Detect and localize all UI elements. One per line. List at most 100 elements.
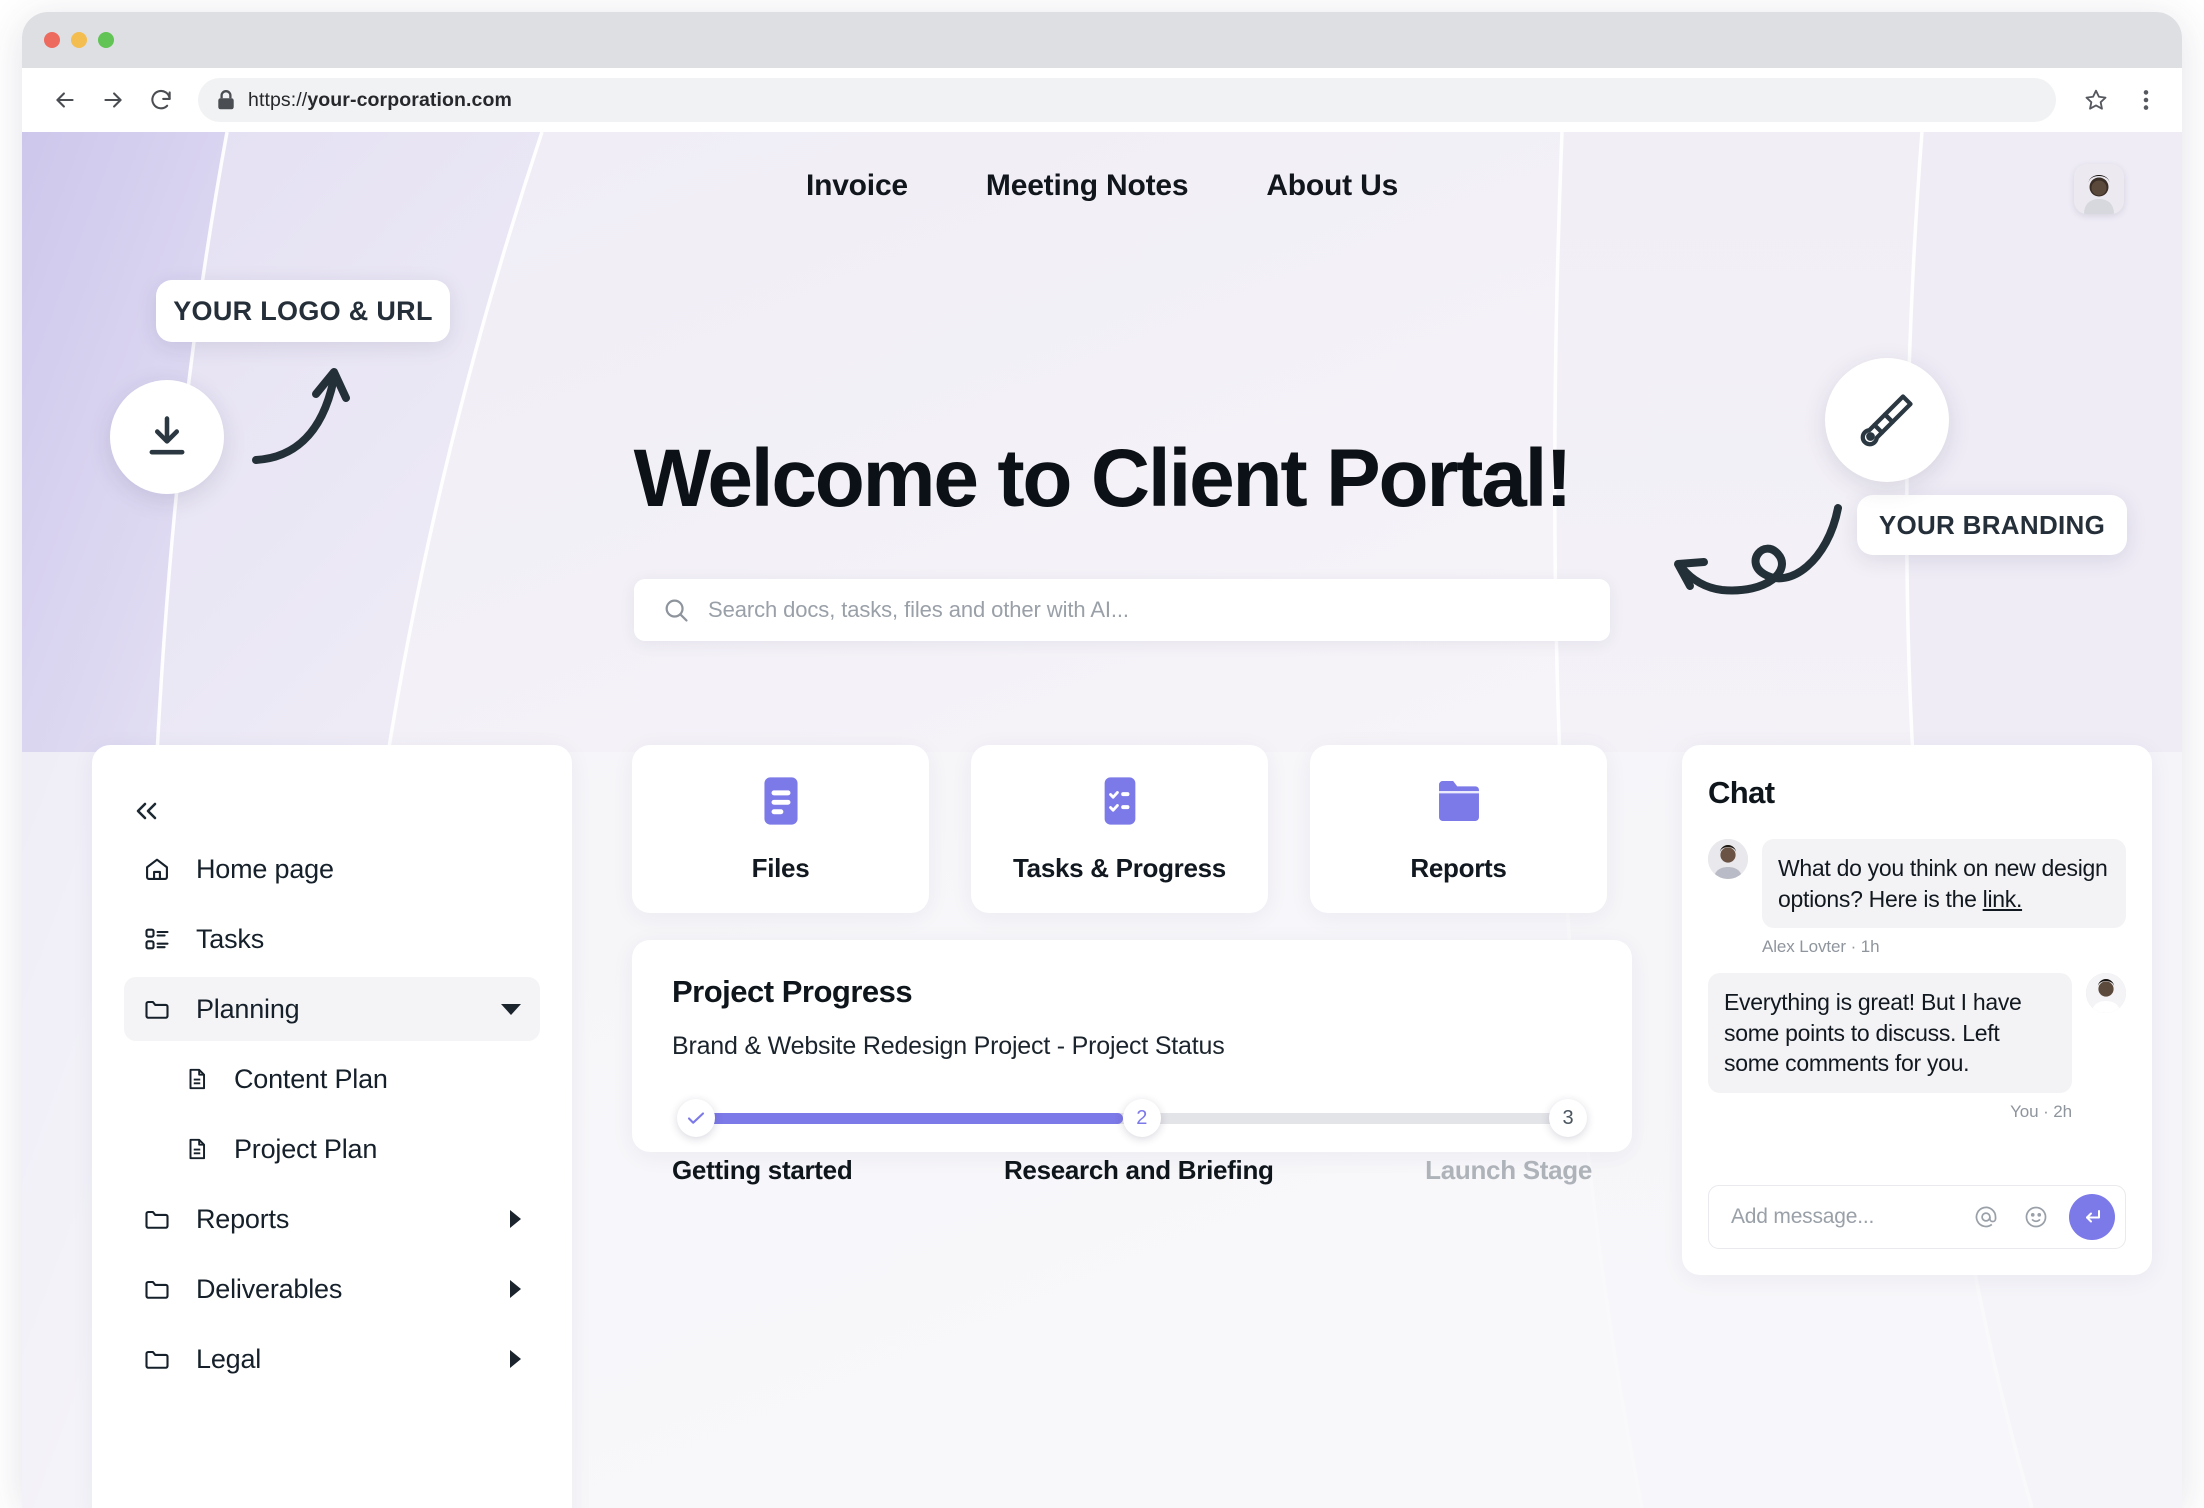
sidebar-item-label: Home page <box>196 853 334 884</box>
progress-stepper: 2 3 <box>672 1099 1592 1137</box>
chat-message-input[interactable]: Add message... <box>1708 1185 2126 1249</box>
check-icon <box>687 1112 705 1124</box>
progress-step-2[interactable]: 2 <box>1122 1099 1161 1137</box>
sidebar-item-tasks[interactable]: Tasks <box>124 907 540 971</box>
chat-bubble: Everything is great! But I have some poi… <box>1708 973 2072 1093</box>
chat-message-outgoing: Everything is great! But I have some poi… <box>1708 973 2126 1122</box>
avatar[interactable] <box>2074 164 2124 214</box>
document-icon <box>182 1136 212 1162</box>
tasks-list-icon <box>142 925 172 953</box>
sidebar-item-label: Legal <box>196 1343 262 1374</box>
back-arrow-icon[interactable] <box>48 83 82 117</box>
project-progress-card: Project Progress Brand & Website Redesig… <box>632 940 1632 1185</box>
folder-icon <box>142 995 172 1023</box>
sidebar-item-label: Reports <box>196 1203 290 1234</box>
sidebar-item-legal[interactable]: Legal <box>124 1327 540 1391</box>
chevron-right-icon[interactable] <box>508 1279 522 1299</box>
chat-message-meta: Alex Lovter · 1h <box>1762 937 1880 957</box>
progress-step-3[interactable]: 3 <box>1549 1099 1587 1137</box>
avatar[interactable] <box>1708 839 1748 879</box>
progress-step-1[interactable] <box>677 1099 715 1137</box>
window-close-button[interactable] <box>44 32 60 48</box>
sidebar-item-reports[interactable]: Reports <box>124 1187 540 1251</box>
annotation-logo-badge: YOUR LOGO & URL <box>156 280 450 342</box>
reload-icon[interactable] <box>144 83 178 117</box>
chat-input-placeholder: Add message... <box>1731 1205 1875 1228</box>
file-lines-icon <box>763 776 798 825</box>
document-icon <box>182 1066 212 1092</box>
quick-access-cards: Files Tasks & Progress Reports <box>632 745 1607 913</box>
sidebar-item-label: Project Plan <box>234 1133 378 1164</box>
progress-step-1-label: Getting started <box>672 1155 853 1185</box>
window-minimize-button[interactable] <box>71 32 87 48</box>
sidebar-item-planning[interactable]: Planning <box>124 977 540 1041</box>
nav-item-invoice[interactable]: Invoice <box>806 169 908 203</box>
address-bar-text: https://your-corporation.com <box>248 88 512 111</box>
chevron-down-icon[interactable] <box>500 1002 522 1016</box>
sidebar-item-content-plan[interactable]: Content Plan <box>124 1047 540 1111</box>
quick-card-tasks-progress[interactable]: Tasks & Progress <box>971 745 1268 913</box>
avatar[interactable] <box>2086 973 2126 1014</box>
enter-arrow-icon <box>2086 1210 2100 1223</box>
page-viewport: Invoice Meeting Notes About Us YOUR LOGO… <box>22 132 2182 1508</box>
folder-filled-icon <box>1438 780 1479 821</box>
quick-card-label: Tasks & Progress <box>1013 852 1226 883</box>
chat-message-meta: You · 2h <box>2010 1101 2072 1121</box>
at-sign-icon[interactable] <box>1969 1200 2003 1234</box>
smiley-icon[interactable] <box>2019 1200 2053 1234</box>
chat-title: Chat <box>1708 775 1775 810</box>
folder-icon <box>142 1275 172 1303</box>
quick-card-reports[interactable]: Reports <box>1310 745 1607 913</box>
address-bar[interactable]: https://your-corporation.com <box>198 78 2056 122</box>
chat-message-text: What do you think on new design options?… <box>1778 855 2108 912</box>
chat-message-link[interactable]: link. <box>1983 886 2023 912</box>
project-progress-subtitle: Brand & Website Redesign Project - Proje… <box>672 1032 1225 1060</box>
page-title: Welcome to Client Portal! <box>633 433 1573 524</box>
search-placeholder: Search docs, tasks, files and other with… <box>708 597 1129 622</box>
sidebar-item-label: Tasks <box>196 923 265 954</box>
project-progress-title: Project Progress <box>672 974 913 1009</box>
sidebar-item-label: Deliverables <box>196 1273 343 1304</box>
home-icon <box>142 855 172 883</box>
sidebar-item-home-page[interactable]: Home page <box>124 837 540 901</box>
folder-icon <box>142 1205 172 1233</box>
lock-icon <box>216 89 236 111</box>
sidebar-item-deliverables[interactable]: Deliverables <box>124 1257 540 1321</box>
progress-step-2-label: Research and Briefing <box>1003 1155 1274 1185</box>
dashboard: Home page Tasks Planning Content Plan Pr… <box>22 732 2182 1508</box>
site-header: Invoice Meeting Notes About Us <box>22 132 2182 240</box>
chat-message-incoming: What do you think on new design options?… <box>1708 839 2126 957</box>
avatar-illustration <box>2074 164 2124 214</box>
sidebar-collapse-button[interactable] <box>124 791 168 831</box>
sidebar-item-label: Planning <box>196 993 300 1024</box>
forward-arrow-icon[interactable] <box>96 83 130 117</box>
send-message-button[interactable] <box>2069 1194 2115 1240</box>
star-icon[interactable] <box>2078 82 2114 118</box>
quick-card-label: Reports <box>1410 852 1507 883</box>
chat-bubble: What do you think on new design options?… <box>1762 839 2126 929</box>
progress-step-labels: Getting started Research and Briefing La… <box>672 1155 1592 1186</box>
double-chevron-left-icon <box>136 802 157 820</box>
search-input[interactable]: Search docs, tasks, files and other with… <box>634 579 1610 641</box>
chat-panel: Chat What do you think on new design opt… <box>1682 745 2152 1275</box>
quick-card-files[interactable]: Files <box>632 745 929 913</box>
progress-fill <box>696 1113 1123 1124</box>
sidebar: Home page Tasks Planning Content Plan Pr… <box>92 745 572 1508</box>
kebab-menu-icon[interactable] <box>2128 82 2164 118</box>
nav-item-about-us[interactable]: About Us <box>1266 169 1398 203</box>
nav-item-meeting-notes[interactable]: Meeting Notes <box>986 169 1189 203</box>
progress-step-3-label: Launch Stage <box>1425 1155 1592 1185</box>
chevron-right-icon[interactable] <box>508 1349 522 1369</box>
browser-window: https://your-corporation.com Invoice Mee… <box>22 12 2182 1508</box>
checklist-icon <box>1104 776 1135 825</box>
chevron-right-icon[interactable] <box>508 1209 522 1229</box>
folder-icon <box>142 1345 172 1373</box>
window-maximize-button[interactable] <box>98 32 114 48</box>
sidebar-item-project-plan[interactable]: Project Plan <box>124 1117 540 1181</box>
sidebar-item-label: Content Plan <box>234 1063 388 1094</box>
browser-toolbar: https://your-corporation.com <box>22 68 2182 132</box>
browser-titlebar <box>22 12 2182 68</box>
main-nav: Invoice Meeting Notes About Us <box>806 169 1398 203</box>
search-icon <box>665 599 688 622</box>
quick-card-label: Files <box>751 852 810 883</box>
